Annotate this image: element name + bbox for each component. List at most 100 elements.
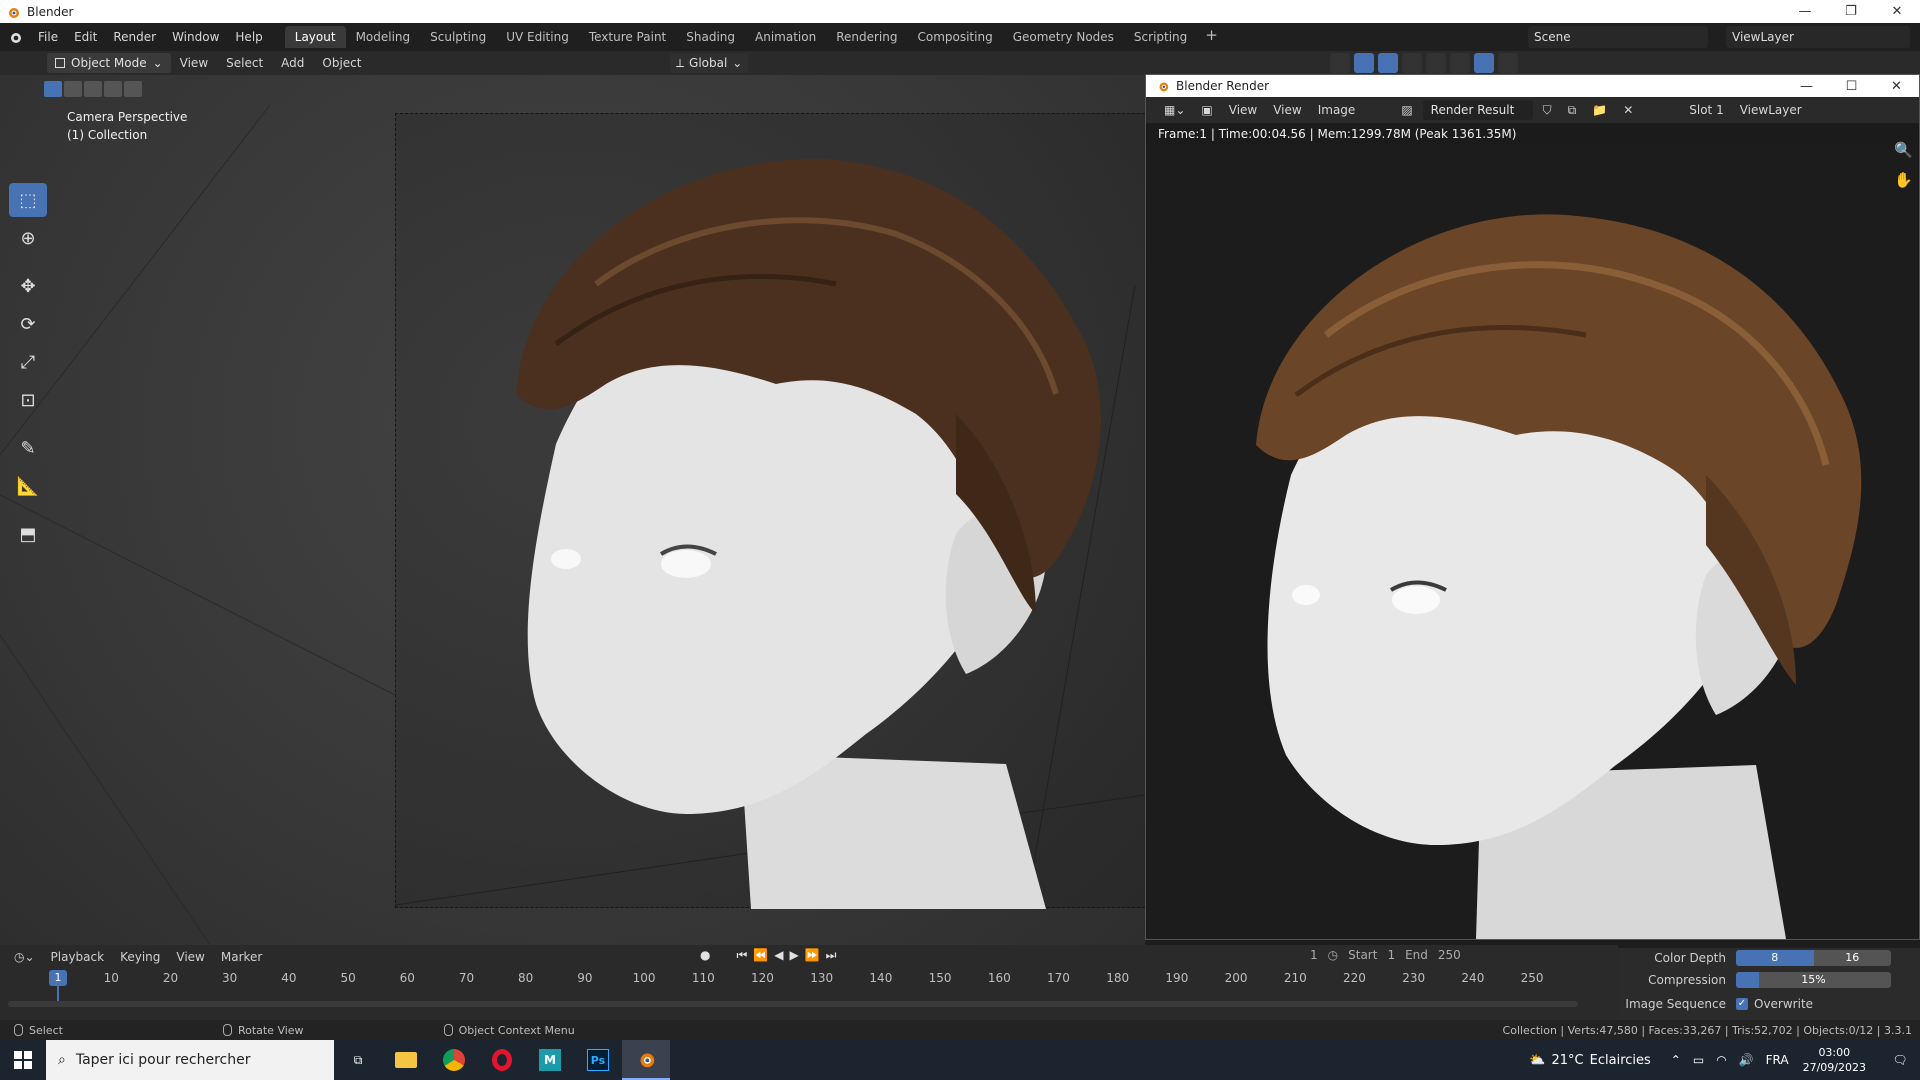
prev-keyframe-icon[interactable]: ⏪ (753, 948, 768, 963)
rotate-tool[interactable]: ⟳ (9, 307, 47, 341)
blender-taskbar-icon[interactable] (622, 1040, 670, 1080)
wireframe-shading-icon[interactable] (1426, 53, 1446, 73)
select-subtract-icon[interactable] (84, 81, 102, 97)
network-icon[interactable]: ◠ (1716, 1053, 1726, 1067)
timeline-menu-playback[interactable]: Playback (43, 950, 113, 964)
gizmo-toggle-icon[interactable] (1354, 53, 1374, 73)
menu-render[interactable]: Render (105, 26, 164, 48)
render-result-image[interactable] (1146, 145, 1919, 939)
render-minimize-button[interactable]: — (1784, 75, 1829, 97)
3d-viewport[interactable]: Camera Perspective (1) Collection ⬚ ⊕ ✥ … (0, 75, 1145, 945)
open-image-icon[interactable]: 📁 (1586, 100, 1613, 120)
minimize-button[interactable]: — (1782, 0, 1828, 23)
color-depth-option-16[interactable]: 16 (1814, 950, 1892, 966)
language-indicator[interactable]: FRA (1766, 1053, 1789, 1067)
photoshop-icon[interactable]: Ps (574, 1040, 622, 1080)
editor-type-icon[interactable]: ▦⌄ (1158, 100, 1191, 120)
compression-slider[interactable]: 15% (1736, 972, 1891, 988)
move-tool[interactable]: ✥ (9, 269, 47, 303)
overlay-toggle-icon[interactable] (1378, 53, 1398, 73)
overwrite-checkbox[interactable]: ✓ (1736, 998, 1748, 1010)
transform-orientation-dropdown[interactable]: ⟂ Global ⌄ (670, 53, 749, 73)
close-button[interactable]: ✕ (1874, 0, 1920, 23)
file-explorer-icon[interactable] (382, 1040, 430, 1080)
tab-sculpting[interactable]: Sculpting (420, 26, 496, 48)
tab-modeling[interactable]: Modeling (346, 26, 421, 48)
timeline-editor-type-icon[interactable]: ◷⌄ (6, 950, 43, 964)
next-keyframe-icon[interactable]: ⏩ (805, 948, 820, 963)
render-close-button[interactable]: ✕ (1874, 75, 1919, 97)
windows-start-button[interactable] (0, 1040, 46, 1080)
solid-shading-icon[interactable] (1450, 53, 1470, 73)
image-name-field[interactable]: Render Result (1422, 100, 1533, 120)
select-extend-icon[interactable] (64, 81, 82, 97)
tab-shading[interactable]: Shading (676, 26, 745, 48)
measure-tool[interactable]: 📐 (9, 469, 47, 503)
task-view-icon[interactable]: ⧉ (334, 1040, 382, 1080)
weather-widget[interactable]: ⛅ 21°C Eclaircies (1529, 1053, 1650, 1068)
add-cube-tool[interactable]: ⬒ (9, 517, 47, 551)
fake-user-icon[interactable]: ⛉ (1537, 100, 1558, 120)
tab-texture-paint[interactable]: Texture Paint (579, 26, 676, 48)
current-frame-field[interactable]: 1 (1310, 948, 1318, 962)
viewport-menu-select[interactable]: Select (217, 56, 272, 70)
annotate-tool[interactable]: ✎ (9, 431, 47, 465)
maya-icon[interactable]: M (526, 1040, 574, 1080)
viewport-menu-object[interactable]: Object (313, 56, 370, 70)
tab-uv-editing[interactable]: UV Editing (496, 26, 579, 48)
frame-ruler[interactable]: 1 10 20 30 40 50 60 70 80 90 100 110 120 130 140 150 16… (0, 969, 1590, 987)
scene-selector[interactable]: Scene (1528, 26, 1708, 48)
tab-scripting[interactable]: Scripting (1124, 26, 1197, 48)
rendered-shading-icon[interactable] (1498, 53, 1518, 73)
unlink-image-icon[interactable]: ✕ (1617, 100, 1639, 120)
menu-edit[interactable]: Edit (66, 26, 105, 48)
chrome-icon[interactable] (430, 1040, 478, 1080)
image-view-toggle[interactable]: ▣ (1195, 100, 1218, 120)
image-menu-image[interactable]: Image (1312, 100, 1362, 120)
jump-start-icon[interactable]: ⏮ (736, 948, 747, 963)
viewport-menu-add[interactable]: Add (272, 56, 313, 70)
image-menu-view-dropdown[interactable]: View (1223, 100, 1263, 120)
hand-pan-icon[interactable]: ✋ (1894, 171, 1913, 189)
tab-animation[interactable]: Animation (745, 26, 826, 48)
image-menu-view[interactable]: View (1267, 100, 1307, 120)
color-depth-toggle[interactable]: 8 16 (1736, 950, 1891, 966)
render-maximize-button[interactable]: ☐ (1829, 75, 1874, 97)
tab-geometry-nodes[interactable]: Geometry Nodes (1003, 26, 1124, 48)
select-intersect-icon[interactable] (124, 81, 142, 97)
restore-button[interactable]: ❐ (1828, 0, 1874, 23)
viewport-menu-view[interactable]: View (171, 56, 217, 70)
object-mode-dropdown[interactable]: Object Mode ⌄ (47, 53, 171, 73)
timeline-menu-marker[interactable]: Marker (213, 950, 270, 964)
menu-window[interactable]: Window (164, 26, 227, 48)
menu-file[interactable]: File (30, 26, 66, 48)
end-field[interactable]: 250 (1438, 948, 1461, 962)
volume-icon[interactable]: 🔊 (1739, 1053, 1754, 1067)
transform-tool[interactable]: ⊡ (9, 383, 47, 417)
device-icon[interactable]: ▭ (1693, 1053, 1704, 1067)
select-box-tool[interactable]: ⬚ (9, 183, 47, 217)
visibility-icon[interactable] (1330, 53, 1350, 73)
record-icon[interactable]: ● (700, 948, 710, 963)
timeline-menu-view[interactable]: View (168, 950, 212, 964)
start-field[interactable]: 1 (1387, 948, 1395, 962)
menu-help[interactable]: Help (227, 26, 270, 48)
select-new-icon[interactable] (44, 81, 62, 97)
viewlayer-selector[interactable]: ViewLayer (1726, 26, 1910, 48)
select-invert-icon[interactable] (104, 81, 122, 97)
scale-tool[interactable]: ⤢ (9, 345, 47, 379)
current-frame-indicator[interactable]: 1 (49, 970, 67, 986)
taskbar-search[interactable]: ⌕ Taper ici pour rechercher (46, 1040, 334, 1080)
render-layer-dropdown[interactable]: ViewLayer (1734, 100, 1808, 120)
material-shading-icon[interactable] (1474, 53, 1494, 73)
color-depth-option-8[interactable]: 8 (1736, 950, 1814, 966)
new-image-icon[interactable]: ⧉ (1562, 100, 1583, 120)
zoom-icon[interactable]: 🔍 (1894, 141, 1913, 159)
taskbar-clock[interactable]: 03:00 27/09/2023 (1803, 1045, 1866, 1075)
image-browse-icon[interactable]: ▨ (1395, 100, 1418, 120)
jump-end-icon[interactable]: ⏭ (826, 948, 837, 963)
add-workspace-button[interactable]: + (1197, 26, 1226, 48)
timeline-scrollbar[interactable] (8, 1001, 1578, 1007)
tab-rendering[interactable]: Rendering (826, 26, 907, 48)
tab-layout[interactable]: Layout (284, 26, 346, 48)
